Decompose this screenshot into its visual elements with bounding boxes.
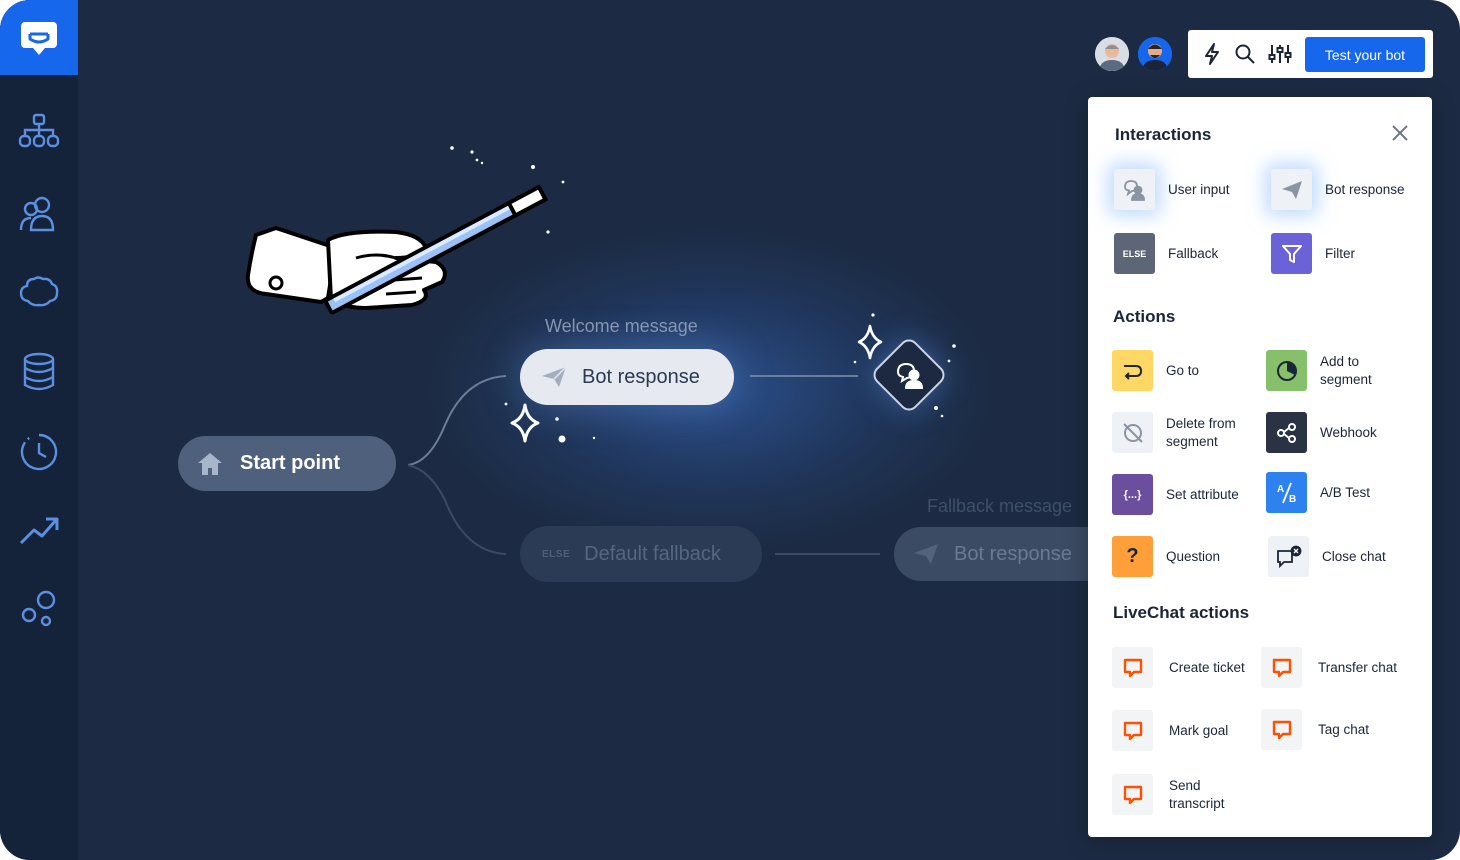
svg-text:A: A <box>1277 484 1284 495</box>
close-chat-icon <box>1268 536 1309 577</box>
sidebar <box>0 0 78 860</box>
livechat-icon <box>1261 709 1302 750</box>
magic-wand-illustration <box>245 146 565 315</box>
user-input-icon <box>1114 169 1155 210</box>
actions-title: Actions <box>1113 307 1176 326</box>
question-label: Question <box>1166 548 1221 564</box>
else-tag: ELSE <box>542 548 571 560</box>
integrations-icon[interactable] <box>0 578 78 638</box>
sliders-icon[interactable] <box>1268 42 1292 66</box>
pie-chart-icon <box>1266 350 1307 391</box>
home-icon <box>198 452 222 475</box>
history-clock-icon[interactable] <box>0 422 78 482</box>
segment-off-icon <box>1112 412 1153 453</box>
ab-test-item[interactable]: A B A/B Test <box>1266 472 1406 513</box>
filter-item[interactable]: Filter <box>1271 233 1411 274</box>
set-attribute-item[interactable]: {...} Set attribute <box>1112 474 1252 515</box>
fallback-message-label: Fallback message <box>927 496 1073 516</box>
chatbot-logo-icon[interactable] <box>0 0 78 75</box>
webhook-label: Webhook <box>1320 424 1377 440</box>
tag-chat-label: Tag chat <box>1318 721 1370 737</box>
else-icon-text: ELSE <box>1122 248 1147 259</box>
user-input-item[interactable]: User input <box>1114 169 1254 210</box>
flow-tree-icon[interactable] <box>0 102 78 162</box>
interactions-title: Interactions <box>1115 125 1212 144</box>
transfer-chat-item[interactable]: Transfer chat <box>1261 647 1418 688</box>
delete-from-segment-item[interactable]: Delete from segment <box>1112 412 1252 453</box>
app-window: Start point Welcome message Bot response… <box>0 0 1460 860</box>
go-to-label: Go to <box>1166 362 1200 378</box>
livechat-title: LiveChat actions <box>1113 603 1250 622</box>
add-to-segment-label: Add to segment <box>1320 353 1372 387</box>
delete-from-segment-label: Delete from segment <box>1166 415 1236 449</box>
send-transcript-item[interactable]: Send transcript <box>1112 774 1239 815</box>
bot-response-label: Bot response <box>582 365 700 388</box>
braces-icon-text: {...} <box>1123 488 1142 501</box>
welcome-message-label: Welcome message <box>545 316 698 336</box>
svg-text:B: B <box>1289 494 1296 505</box>
analytics-trend-icon[interactable] <box>0 500 78 560</box>
users-icon[interactable] <box>0 184 78 244</box>
search-icon[interactable] <box>1233 42 1257 66</box>
start-point-label: Start point <box>240 452 340 474</box>
filter-icon <box>1271 233 1312 274</box>
go-to-item[interactable]: Go to <box>1112 350 1252 391</box>
start-point-node[interactable]: Start point <box>178 436 396 491</box>
share-nodes-icon <box>1266 412 1307 453</box>
ab-test-icon: A B <box>1266 472 1307 513</box>
default-fallback-node[interactable]: ELSE Default fallback <box>520 526 762 582</box>
livechat-icon <box>1112 710 1153 751</box>
bot-response-node[interactable]: Bot response <box>520 349 734 405</box>
bot-response-node-2[interactable]: Bot response <box>894 527 1094 581</box>
create-ticket-item[interactable]: Create ticket <box>1112 647 1269 688</box>
brain-icon[interactable] <box>0 262 78 322</box>
question-icon-text: ? <box>1126 545 1139 567</box>
else-icon: ELSE <box>1114 233 1155 274</box>
livechat-icon <box>1261 647 1302 688</box>
transfer-chat-label: Transfer chat <box>1318 659 1398 675</box>
close-chat-label: Close chat <box>1322 548 1386 564</box>
livechat-icon <box>1112 647 1153 688</box>
webhook-item[interactable]: Webhook <box>1266 412 1406 453</box>
tag-chat-item[interactable]: Tag chat <box>1261 709 1418 750</box>
close-icon[interactable] <box>1390 123 1410 143</box>
send-plane-icon <box>914 544 938 564</box>
braces-icon: {...} <box>1112 474 1153 515</box>
bot-response-2-label: Bot response <box>954 542 1072 565</box>
database-icon[interactable] <box>0 342 78 402</box>
avatar[interactable] <box>1095 37 1129 71</box>
top-toolbar: Test your bot <box>1188 30 1433 78</box>
fallback-label: Fallback <box>1168 245 1219 261</box>
close-chat-item[interactable]: Close chat <box>1268 536 1408 577</box>
set-attribute-label: Set attribute <box>1166 486 1239 502</box>
interactions-panel: Interactions User input Bot response ELS… <box>1088 97 1432 837</box>
create-ticket-label: Create ticket <box>1169 659 1245 675</box>
default-fallback-label: Default fallback <box>584 542 721 565</box>
mark-goal-label: Mark goal <box>1169 722 1229 738</box>
mark-goal-item[interactable]: Mark goal <box>1112 710 1269 751</box>
send-transcript-label: Send transcript <box>1169 777 1225 811</box>
livechat-icon <box>1112 774 1153 815</box>
bot-response-item[interactable]: Bot response <box>1271 169 1411 210</box>
test-your-bot-button[interactable]: Test your bot <box>1305 37 1425 72</box>
go-to-icon <box>1112 350 1153 391</box>
lightning-icon[interactable] <box>1200 42 1224 66</box>
send-plane-icon <box>542 366 567 387</box>
question-item[interactable]: ? Question <box>1112 536 1252 577</box>
ab-test-label: A/B Test <box>1320 484 1371 500</box>
filter-label: Filter <box>1325 245 1355 261</box>
avatar[interactable] <box>1138 37 1172 71</box>
fallback-item[interactable]: ELSE Fallback <box>1114 233 1254 274</box>
send-plane-icon <box>1271 169 1312 210</box>
user-input-label: User input <box>1168 181 1230 197</box>
bot-response-item-label: Bot response <box>1325 181 1405 197</box>
add-to-segment-item[interactable]: Add to segment <box>1266 350 1406 391</box>
question-icon: ? <box>1112 536 1153 577</box>
